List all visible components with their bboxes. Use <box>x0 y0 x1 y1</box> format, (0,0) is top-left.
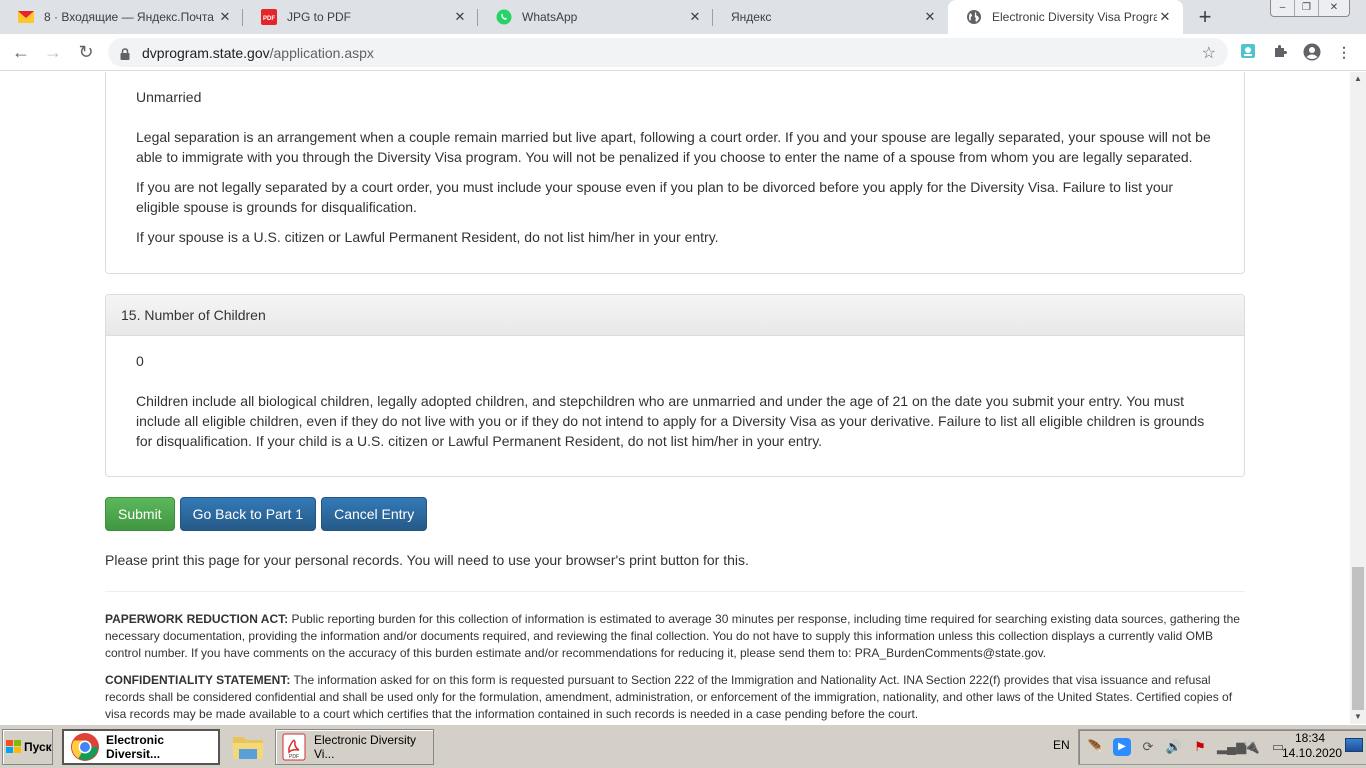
url-host: dvprogram.state.gov <box>142 44 270 61</box>
pdf-icon: PDF <box>261 9 277 25</box>
confidentiality-label: CONFIDENTIALITY STATEMENT: <box>105 673 291 687</box>
file-explorer-icon[interactable] <box>231 731 265 763</box>
tab-title: 8 · Входящие — Яндекс.Почта <box>44 10 214 24</box>
print-note: Please print this page for your personal… <box>105 552 749 568</box>
close-tab-icon[interactable]: ✕ <box>1157 9 1173 25</box>
reload-icon[interactable]: ↻ <box>74 40 98 64</box>
spouse-citizen-text: If your spouse is a U.S. citizen or Lawf… <box>136 229 719 245</box>
legal-separation-text: Legal separation is an arrangement when … <box>136 129 1211 165</box>
language-indicator[interactable]: EN <box>1053 738 1070 752</box>
tab-yandex[interactable]: Яндекс ✕ <box>713 0 948 34</box>
show-desktop-button[interactable] <box>1345 738 1363 752</box>
back-icon[interactable]: ← <box>9 40 33 64</box>
spouse-inclusion-text: If you are not legally separated by a co… <box>136 179 1174 215</box>
url-path: /application.aspx <box>269 44 374 61</box>
close-tab-icon[interactable]: ✕ <box>452 9 468 25</box>
taskbar-chrome-window[interactable]: Electronic Diversit... <box>62 729 220 765</box>
pdf-reader-icon: PDF <box>282 733 306 761</box>
tab-strip: 8 · Входящие — Яндекс.Почта ✕ PDF JPG to… <box>0 0 1366 34</box>
scrollbar-thumb[interactable] <box>1352 567 1364 710</box>
network-signal-icon[interactable]: ▂▄▆ <box>1217 738 1246 756</box>
close-window-button[interactable]: ✕ <box>1319 0 1349 16</box>
extension-icon[interactable] <box>1239 43 1257 61</box>
yandex-mail-icon <box>18 9 34 25</box>
taskbar-pdf-window[interactable]: PDF Electronic Diversity Vi... <box>275 729 434 765</box>
start-button[interactable]: Пуск <box>2 729 53 765</box>
zoom-tray-icon[interactable]: ▶ <box>1113 738 1131 756</box>
submit-button[interactable]: Submit <box>105 497 175 531</box>
svg-text:PDF: PDF <box>289 754 299 760</box>
windows-logo-icon <box>6 740 22 754</box>
bookmark-star-icon[interactable]: ☆ <box>1202 43 1216 63</box>
close-tab-icon[interactable]: ✕ <box>922 9 938 25</box>
tab-title: JPG to PDF <box>287 10 352 24</box>
feather-tray-icon[interactable]: 🪶 <box>1087 738 1105 756</box>
lock-icon[interactable] <box>120 47 130 60</box>
clock-time: 18:34 <box>1294 731 1326 745</box>
paperwork-reduction-statement: PAPERWORK REDUCTION ACT: Public reportin… <box>105 611 1250 662</box>
windows-taskbar: Пуск Electronic Diversit... PDF Electron… <box>0 724 1366 768</box>
whatsapp-icon <box>496 9 512 25</box>
volume-icon[interactable]: 🔊 <box>1165 738 1183 756</box>
cancel-entry-button[interactable]: Cancel Entry <box>321 497 428 531</box>
tab-whatsapp[interactable]: WhatsApp ✕ <box>478 0 713 34</box>
restore-button[interactable]: ❐ <box>1295 0 1319 16</box>
browser-toolbar: ← → ↻ dvprogram.state.gov/application.as… <box>0 34 1366 71</box>
new-tab-button[interactable]: + <box>1193 6 1217 30</box>
window-controls: – ❐ ✕ <box>1270 0 1350 17</box>
forward-icon[interactable]: → <box>41 40 65 64</box>
clock-date: 14.10.2020 <box>1282 746 1343 760</box>
power-plug-icon[interactable]: 🔌 <box>1243 738 1261 756</box>
go-back-button[interactable]: Go Back to Part 1 <box>179 497 317 531</box>
chrome-icon <box>70 732 100 762</box>
confidentiality-statement: CONFIDENTIALITY STATEMENT: The informati… <box>105 672 1250 723</box>
address-bar[interactable]: dvprogram.state.gov/application.aspx ☆ <box>108 38 1228 67</box>
close-tab-icon[interactable]: ✕ <box>217 9 233 25</box>
chrome-menu-icon[interactable]: ⋮ <box>1335 43 1353 61</box>
divider <box>105 591 1245 592</box>
vertical-scrollbar[interactable]: ▲ ▼ <box>1350 72 1366 724</box>
children-panel-heading: 15. Number of Children <box>106 295 1244 336</box>
tab-jpg-to-pdf[interactable]: PDF JPG to PDF ✕ <box>243 0 478 34</box>
extensions-puzzle-icon[interactable] <box>1271 43 1289 61</box>
start-label: Пуск <box>24 740 52 754</box>
system-clock[interactable]: 18:34 14.10.2020 <box>1282 731 1343 761</box>
sync-tray-icon[interactable]: ⟳ <box>1139 738 1157 756</box>
page-viewport: Unmarried Legal separation is an arrange… <box>0 72 1350 724</box>
scroll-up-arrow-icon[interactable]: ▲ <box>1350 72 1366 86</box>
tab-electronic-diversity-visa[interactable]: Electronic Diversity Visa Program ✕ <box>948 0 1183 34</box>
scroll-down-arrow-icon[interactable]: ▼ <box>1350 710 1366 724</box>
tab-title: WhatsApp <box>522 10 578 24</box>
marital-status-panel: Unmarried Legal separation is an arrange… <box>105 72 1245 274</box>
children-eligibility-text: Children include all biological children… <box>136 393 1205 449</box>
task-label: Electronic Diversity Vi... <box>314 733 417 761</box>
tab-title: Яндекс <box>731 10 772 24</box>
close-tab-icon[interactable]: ✕ <box>687 9 703 25</box>
marital-status-value: Unmarried <box>136 89 202 105</box>
children-panel: 15. Number of Children 0 Children includ… <box>105 294 1245 477</box>
action-center-flag-icon[interactable]: ⚑ <box>1191 738 1209 756</box>
form-actions: Submit Go Back to Part 1 Cancel Entry <box>105 497 428 531</box>
minimize-button[interactable]: – <box>1271 0 1295 16</box>
paperwork-label: PAPERWORK REDUCTION ACT: <box>105 612 289 626</box>
profile-avatar-icon[interactable] <box>1303 43 1321 61</box>
task-label: Electronic Diversit... <box>106 733 165 761</box>
tab-title: Electronic Diversity Visa Program <box>992 10 1157 24</box>
tab-yandex-mail[interactable]: 8 · Входящие — Яндекс.Почта ✕ <box>0 0 243 34</box>
children-count-value: 0 <box>136 353 144 369</box>
globe-icon <box>966 9 982 25</box>
svg-text:PDF: PDF <box>263 16 275 22</box>
